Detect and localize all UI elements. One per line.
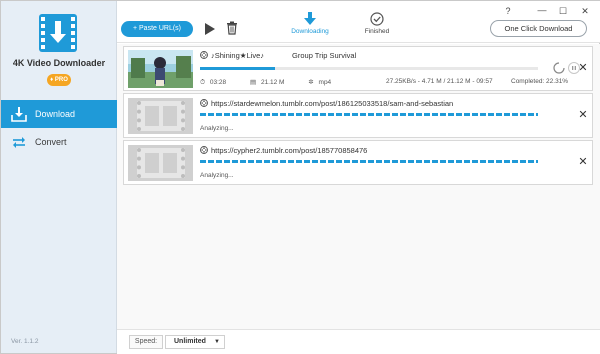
- film-reel-icon: ✲: [308, 79, 314, 86]
- play-icon[interactable]: [204, 22, 216, 36]
- sidebar-item-label: Convert: [35, 137, 67, 147]
- paste-url-button[interactable]: + Paste URL(s): [121, 21, 193, 37]
- indeterminate-progress-bar: [200, 160, 538, 163]
- item-format: mp4: [318, 79, 332, 86]
- video-thumbnail: [128, 50, 193, 88]
- sidebar: 4K Video Downloader ♦ PRO Download Conve…: [1, 1, 117, 353]
- toolbar: + Paste URL(s) Downloading Finished ? — …: [117, 1, 600, 43]
- sidebar-item-convert[interactable]: Convert: [1, 128, 117, 156]
- pro-badge[interactable]: ♦ PRO: [47, 74, 71, 86]
- remove-item-button[interactable]: ✕: [578, 156, 588, 168]
- speed-select[interactable]: Unlimited ▼: [165, 335, 225, 349]
- item-duration: 03:28: [209, 79, 227, 86]
- sidebar-item-label: Download: [35, 109, 76, 119]
- item-status: Analyzing...: [200, 172, 234, 179]
- app-name: 4K Video Downloader: [12, 58, 106, 68]
- film-reel-icon: [200, 99, 208, 107]
- speed-label: Speed:: [129, 335, 163, 349]
- list-item[interactable]: https://stardewmelon.tumblr.com/post/186…: [123, 93, 593, 138]
- item-title: https://cypher2.tumblr.com/post/18577085…: [200, 146, 367, 155]
- close-icon[interactable]: ✕: [579, 5, 591, 17]
- file-icon: ▤: [249, 79, 257, 86]
- remove-item-button[interactable]: ✕: [578, 62, 588, 74]
- item-completed: Completed: 22.31%: [511, 78, 569, 85]
- video-thumbnail-placeholder: [128, 98, 193, 134]
- app-logo-icon: [39, 14, 77, 52]
- pro-label: PRO: [54, 77, 68, 83]
- tab-label: Downloading: [291, 28, 329, 35]
- status-bar: Speed: Unlimited ▼: [117, 329, 600, 354]
- minimize-icon[interactable]: —: [536, 4, 548, 16]
- item-title: https://stardewmelon.tumblr.com/post/186…: [200, 99, 453, 108]
- help-icon[interactable]: ?: [502, 5, 514, 17]
- item-meta: ⏱ 03:28 ▤ 21.12 M ✲ mp4: [200, 78, 331, 87]
- progress-fill: [200, 67, 276, 70]
- film-reel-icon: [200, 51, 208, 59]
- list-item[interactable]: https://cypher2.tumblr.com/post/18577085…: [123, 140, 593, 185]
- download-list: ♪Shining★Live♪ Group Trip Survival ⏱ 03:2…: [117, 44, 600, 329]
- convert-arrows-icon: [11, 134, 27, 150]
- clock-icon: ⏱: [200, 79, 206, 86]
- one-click-download-button[interactable]: One Click Download: [490, 20, 587, 37]
- item-transfer: 27.25KB/s - 4.71 M / 21.12 M - 09:57: [386, 78, 493, 85]
- indeterminate-progress-bar: [200, 113, 538, 116]
- tab-finished[interactable]: Finished: [359, 12, 395, 35]
- download-tray-icon: [11, 106, 27, 122]
- item-title-text: Group Trip Survival: [292, 51, 357, 60]
- tab-label: Finished: [364, 28, 390, 35]
- loading-spinner-icon: [553, 62, 565, 74]
- film-strip-icon: [136, 101, 185, 131]
- list-item[interactable]: ♪Shining★Live♪ Group Trip Survival ⏱ 03:2…: [123, 46, 593, 91]
- item-title-prefix: ♪Shining★Live♪: [211, 51, 265, 60]
- chevron-down-icon: ▼: [214, 339, 220, 345]
- version-label: Ver. 1.1.2: [11, 338, 39, 345]
- video-thumbnail-placeholder: [128, 145, 193, 181]
- maximize-icon[interactable]: ☐: [557, 5, 569, 17]
- film-strip-icon: [136, 148, 185, 178]
- item-status: Analyzing...: [200, 125, 234, 132]
- item-url: https://stardewmelon.tumblr.com/post/186…: [211, 99, 454, 108]
- remove-item-button[interactable]: ✕: [578, 109, 588, 121]
- trash-icon[interactable]: [226, 21, 238, 35]
- item-title: ♪Shining★Live♪ Group Trip Survival: [200, 51, 356, 60]
- tab-downloading[interactable]: Downloading: [289, 12, 331, 35]
- item-url: https://cypher2.tumblr.com/post/18577085…: [211, 146, 368, 155]
- gem-icon: ♦: [50, 77, 54, 83]
- progress-bar: [200, 67, 538, 70]
- film-reel-icon: [200, 146, 208, 154]
- sidebar-item-download[interactable]: Download: [1, 100, 117, 128]
- down-arrow-icon: [304, 12, 316, 25]
- item-size: 21.12 M: [260, 79, 285, 86]
- check-circle-icon: [370, 12, 384, 26]
- app-window: 4K Video Downloader ♦ PRO Download Conve…: [0, 0, 600, 354]
- speed-value: Unlimited: [174, 338, 206, 345]
